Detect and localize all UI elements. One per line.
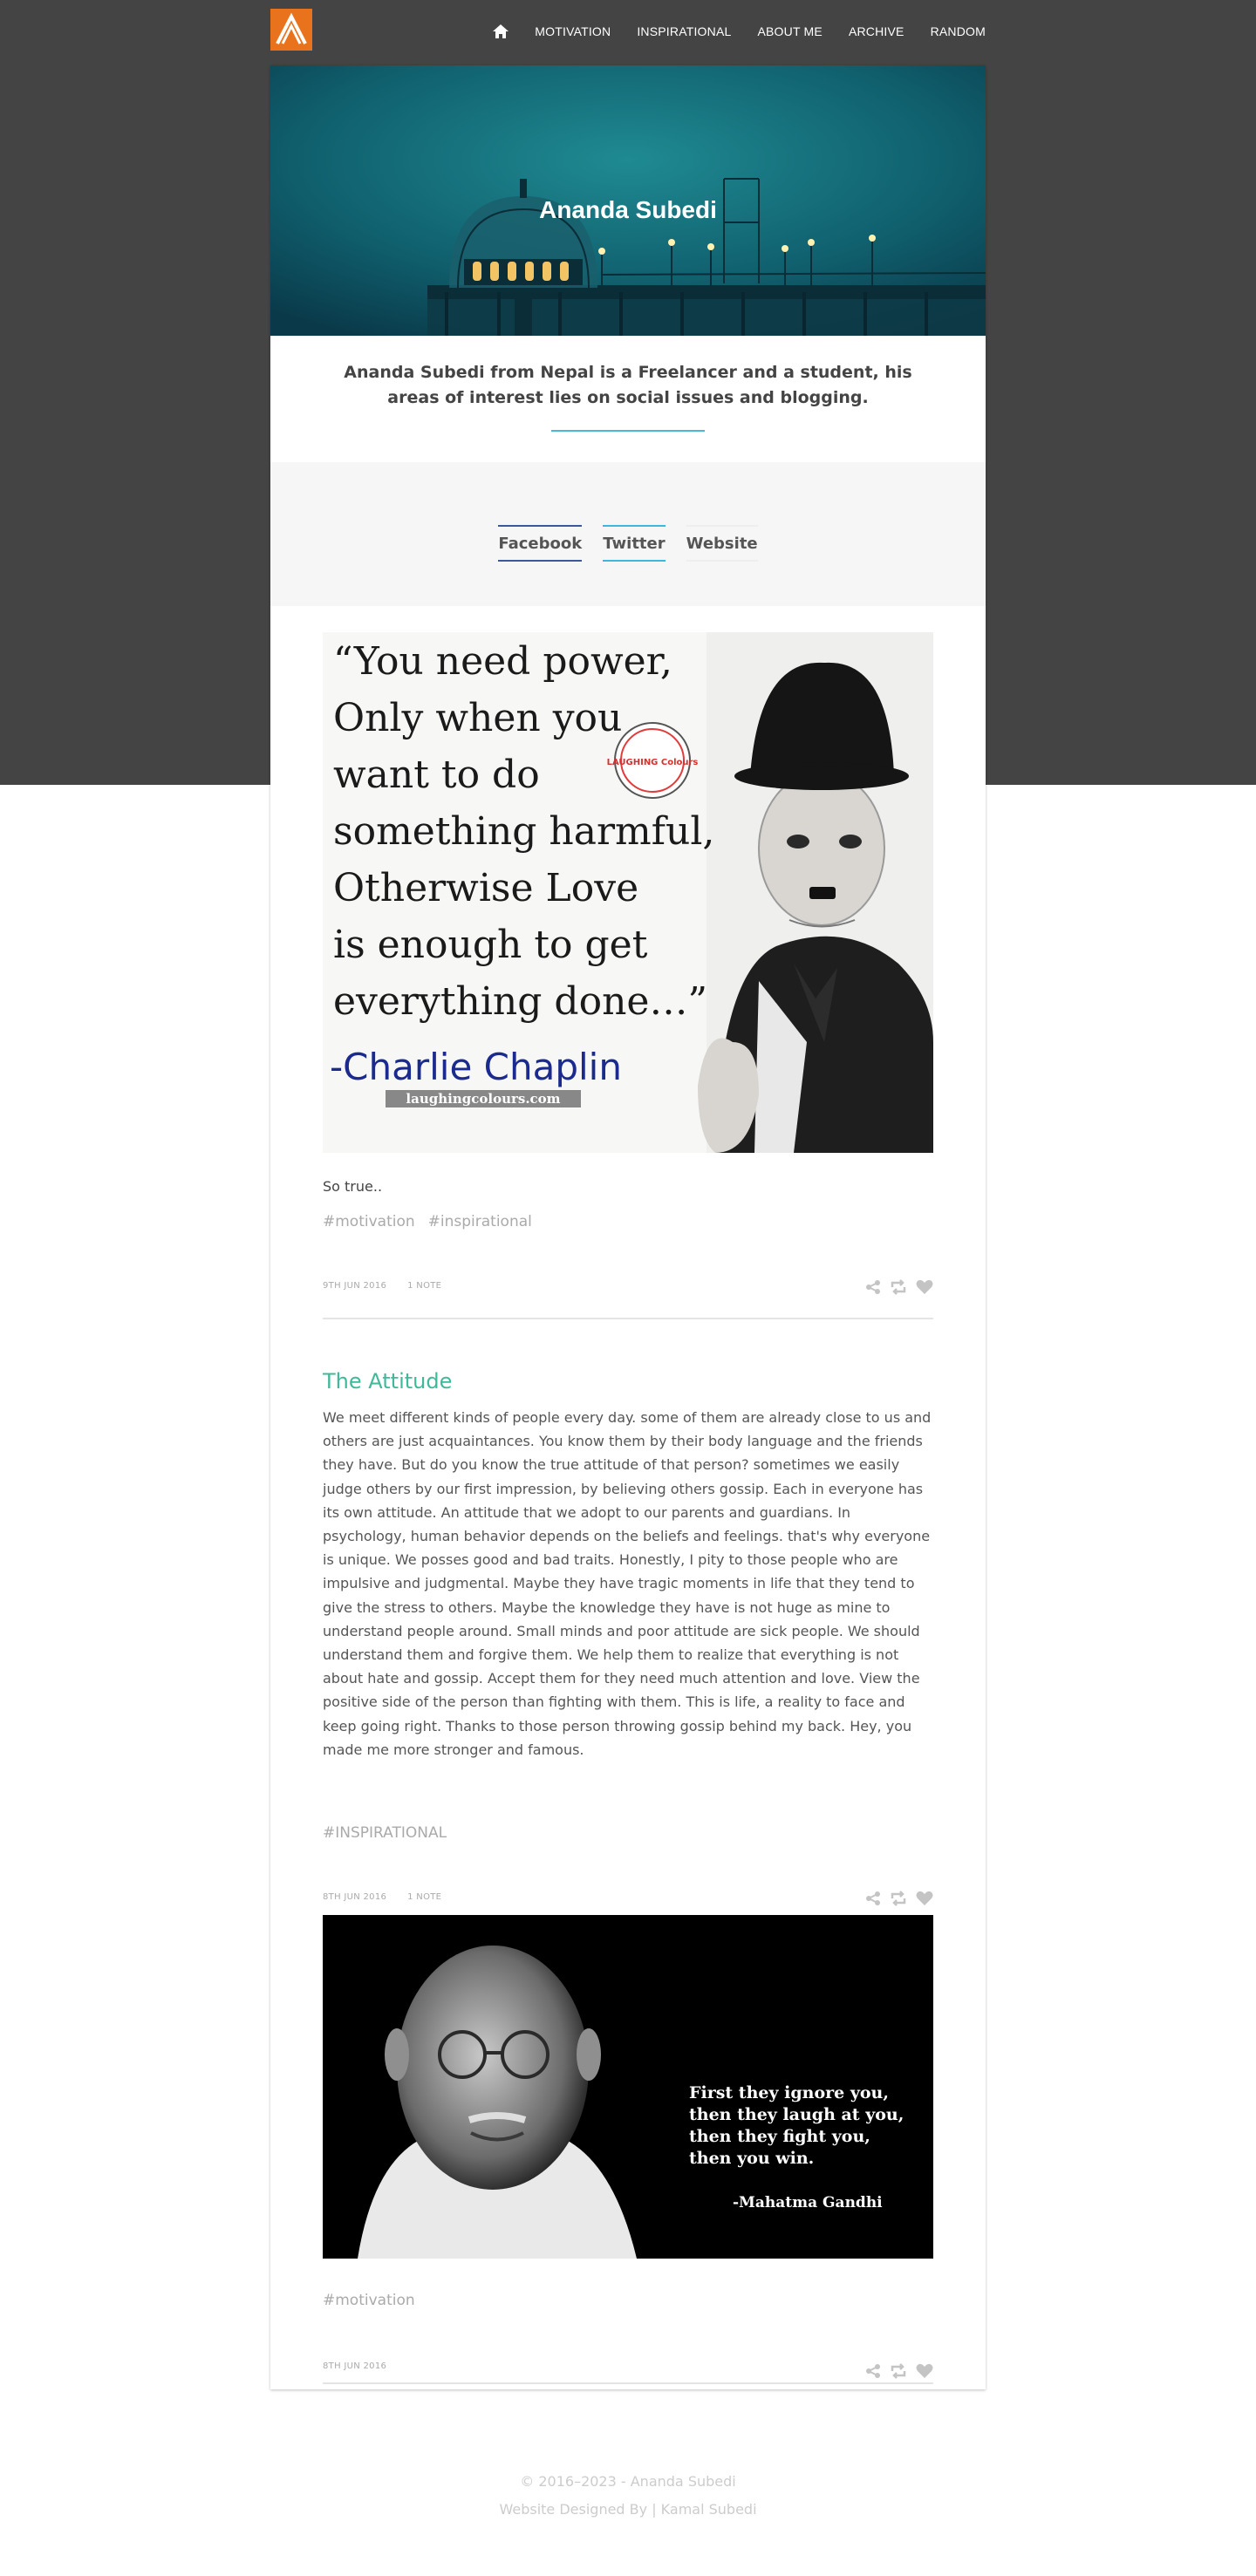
logo-a-icon <box>270 9 312 51</box>
quote-line-3: want to do <box>333 753 540 797</box>
share-icon[interactable] <box>865 1891 881 1906</box>
facebook-link[interactable]: Facebook <box>498 525 583 562</box>
post-text-attitude: The Attitude We meet different kinds of … <box>323 1369 933 1929</box>
post-divider <box>323 2382 933 2384</box>
nav-random[interactable]: RANDOM <box>931 24 986 38</box>
nav-motivation[interactable]: MOTIVATION <box>535 24 611 38</box>
footer-copyright: © 2016–2023 - Ananda Subedi <box>520 2473 736 2490</box>
post-divider <box>323 1318 933 1319</box>
tag-link[interactable]: #INSPIRATIONAL <box>323 1824 447 1842</box>
reblog-icon[interactable] <box>890 1279 907 1295</box>
post-image-gandhi-quote[interactable]: First they ignore you, then they laugh a… <box>323 1915 933 2259</box>
reblog-icon[interactable] <box>890 1891 907 1906</box>
post-image-chaplin-quote[interactable]: “You need power, Only when you want to d… <box>323 632 933 1153</box>
share-icon[interactable] <box>865 2363 881 2379</box>
post-photo-gandhi: First they ignore you, then they laugh a… <box>323 1915 933 2384</box>
gandhi-quote-line-1: First they ignore you, <box>689 2083 889 2102</box>
post-date[interactable]: 8TH JUN 2016 <box>323 1892 386 1902</box>
footer-credit[interactable]: Website Designed By | Kamal Subedi <box>0 2496 1256 2524</box>
nav-about-me[interactable]: ABOUT ME <box>757 24 822 38</box>
website-link[interactable]: Website <box>686 525 758 562</box>
post-actions <box>857 1279 933 1295</box>
tag-link[interactable]: #motivation <box>323 1213 415 1230</box>
gandhi-quote-line-4: then you win. <box>689 2149 814 2168</box>
quote-line-4: something harmful, <box>333 809 714 854</box>
nav-archive[interactable]: ARCHIVE <box>849 24 904 38</box>
post-actions <box>857 1891 933 1906</box>
share-icon[interactable] <box>865 1279 881 1295</box>
post-actions <box>857 2363 933 2379</box>
post-date[interactable]: 9TH JUN 2016 <box>323 1281 386 1291</box>
post-tags: #INSPIRATIONAL <box>323 1824 460 1842</box>
post-meta: 9TH JUN 2016 1 NOTE <box>323 1281 462 1291</box>
post-photo-chaplin: “You need power, Only when you want to d… <box>323 632 933 1319</box>
quote-line-6: is enough to get <box>333 923 648 967</box>
quote-line-2: Only when you <box>333 696 622 740</box>
post-title[interactable]: The Attitude <box>323 1369 933 1394</box>
author-bio: Ananda Subedi from Nepal is a Freelancer… <box>344 363 912 407</box>
social-links-section: Facebook Twitter Website <box>270 462 986 606</box>
nav-links: MOTIVATION INSPIRATIONAL ABOUT ME ARCHIV… <box>493 24 986 38</box>
like-heart-icon[interactable] <box>916 2363 933 2379</box>
reblog-icon[interactable] <box>890 2363 907 2379</box>
post-meta: 8TH JUN 2016 1 NOTE <box>323 1892 462 1902</box>
nav-inspirational[interactable]: INSPIRATIONAL <box>637 24 731 38</box>
page-title: Ananda Subedi <box>539 196 717 223</box>
main-card: Ananda Subedi Ananda Subedi from Nepal i… <box>270 65 986 2389</box>
post-caption: So true.. <box>323 1178 383 1195</box>
home-icon[interactable] <box>493 24 509 38</box>
quote-author: -Charlie Chaplin <box>330 1046 622 1088</box>
like-heart-icon[interactable] <box>916 1891 933 1906</box>
gandhi-quote-line-3: then they fight you, <box>689 2127 870 2146</box>
site-logo[interactable] <box>270 9 312 51</box>
post-tags: #motivation #inspirational <box>323 1213 545 1230</box>
top-nav: MOTIVATION INSPIRATIONAL ABOUT ME ARCHIV… <box>270 0 986 65</box>
quote-line-1: “You need power, <box>333 639 672 684</box>
svg-text:LAUGHING Colours: LAUGHING Colours <box>607 758 699 767</box>
site-footer: © 2016–2023 - Ananda Subedi Website Desi… <box>0 2468 1256 2524</box>
post-notes[interactable]: 1 NOTE <box>407 1281 441 1291</box>
gandhi-quote-line-2: then they laugh at you, <box>689 2105 904 2124</box>
tag-link[interactable]: #inspirational <box>428 1213 532 1230</box>
post-meta: 8TH JUN 2016 <box>323 2361 407 2371</box>
like-heart-icon[interactable] <box>916 1279 933 1295</box>
post-tags: #motivation <box>323 2292 428 2309</box>
quote-line-5: Otherwise Love <box>333 866 638 910</box>
image-watermark: laughingcolours.com <box>406 1091 560 1107</box>
tag-link[interactable]: #motivation <box>323 2292 415 2309</box>
gandhi-quote-author: -Mahatma Gandhi <box>733 2194 883 2211</box>
post-body: We meet different kinds of people every … <box>323 1409 932 1758</box>
bio-divider <box>551 430 705 432</box>
twitter-link[interactable]: Twitter <box>603 525 666 562</box>
post-date[interactable]: 8TH JUN 2016 <box>323 2361 386 2371</box>
quote-line-7: everything done…” <box>333 979 707 1024</box>
post-notes[interactable]: 1 NOTE <box>407 1892 441 1902</box>
